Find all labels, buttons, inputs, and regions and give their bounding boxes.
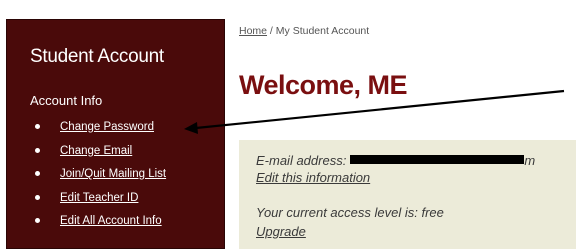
breadcrumb-current: My Student Account: [275, 25, 370, 37]
sidebar: Student Account Account Info Change Pass…: [6, 19, 225, 249]
bullet-icon: [35, 147, 40, 153]
change-password-link[interactable]: Change Password: [60, 121, 154, 133]
edit-information-link[interactable]: Edit this information: [256, 170, 370, 185]
breadcrumb: Home / My Student Account: [239, 25, 369, 37]
edit-teacher-id-link[interactable]: Edit Teacher ID: [60, 192, 138, 204]
page: Student Account Account Info Change Pass…: [0, 0, 576, 249]
breadcrumb-home-link[interactable]: Home: [239, 25, 267, 37]
redacted-email: [350, 155, 525, 164]
sidebar-title: Student Account: [30, 46, 164, 67]
sidebar-item-change-password: Change Password: [35, 120, 166, 144]
sidebar-item-teacher-id: Edit Teacher ID: [35, 191, 166, 215]
access-level-text: Your current access level is: free: [256, 205, 444, 220]
change-email-link[interactable]: Change Email: [60, 145, 132, 157]
edit-info-row: Edit this information: [256, 170, 370, 185]
bullet-icon: [35, 218, 40, 223]
breadcrumb-separator: /: [267, 25, 276, 37]
edit-all-account-info-link[interactable]: Edit All Account Info: [60, 215, 162, 227]
email-row: E-mail address: m: [256, 153, 535, 168]
email-label: E-mail address:: [256, 153, 347, 168]
sidebar-item-change-email: Change Email: [35, 144, 166, 168]
bullet-icon: [35, 194, 40, 200]
upgrade-row: Upgrade: [256, 224, 306, 239]
account-info-box: E-mail address: m Edit this information Y…: [239, 140, 576, 249]
upgrade-link[interactable]: Upgrade: [256, 224, 306, 239]
main-content: Home / My Student Account Welcome, ME E-…: [225, 19, 576, 249]
sidebar-section-label: Account Info: [30, 93, 103, 108]
email-visible-tail: m: [524, 153, 536, 168]
bullet-icon: [35, 124, 40, 129]
page-title: Welcome, ME: [239, 70, 408, 100]
bullet-icon: [35, 171, 40, 176]
sidebar-menu: Change Password Change Email Join/Quit M…: [35, 120, 166, 238]
mailing-list-link[interactable]: Join/Quit Mailing List: [60, 168, 166, 180]
sidebar-item-mailing-list: Join/Quit Mailing List: [35, 167, 166, 191]
sidebar-item-all-account-info: Edit All Account Info: [35, 214, 166, 238]
